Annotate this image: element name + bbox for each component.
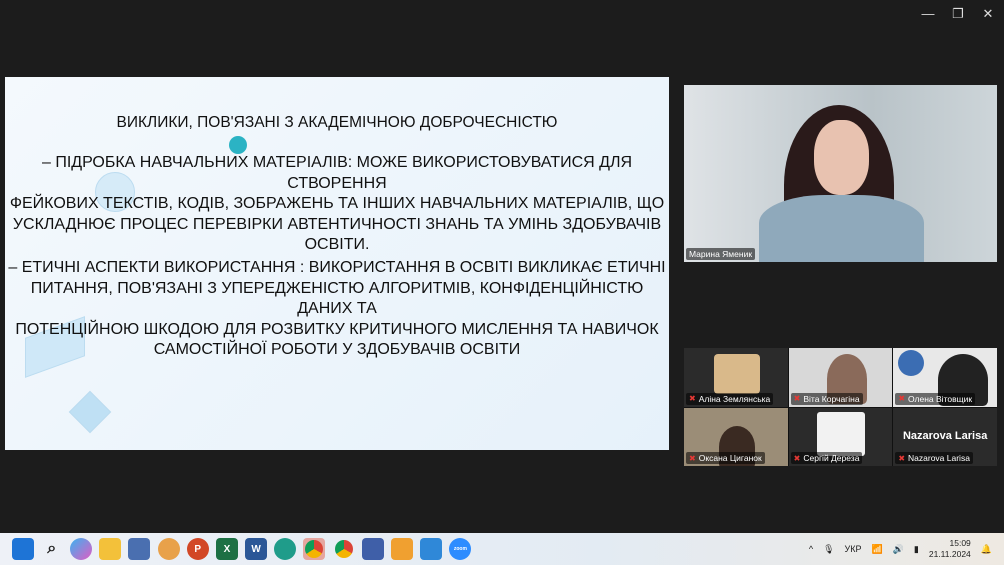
- decoration: [68, 390, 112, 434]
- slide-title: ВИКЛИКИ, ПОВ'ЯЗАНІ З АКАДЕМІЧНОЮ ДОБРОЧЕ…: [116, 114, 558, 131]
- line: ПОТЕНЦІЙНОЮ ШКОДОЮ ДЛЯ РОЗВИТКУ КРИТИЧНО…: [15, 320, 659, 338]
- participant-tile[interactable]: ✖ Оксана Циганок: [684, 407, 788, 466]
- participant-display-name: Nazarova Larisa: [902, 429, 988, 442]
- volume-icon[interactable]: 🔊: [893, 544, 904, 555]
- clock[interactable]: 15:09 21.11.2024: [929, 538, 971, 560]
- save-icon[interactable]: [361, 538, 384, 560]
- mic-muted-icon: ✖: [689, 394, 696, 403]
- participant-photo: [816, 411, 865, 456]
- line: – ЕТИЧНІ АСПЕКТИ ВИКОРИСТАННЯ : ВИКОРИСТ…: [8, 259, 666, 276]
- wifi-icon[interactable]: 📶: [871, 544, 882, 555]
- participant-name: ✖ Олена Вітовщик: [895, 392, 976, 405]
- show-hidden-icons-button[interactable]: ^: [809, 544, 813, 554]
- chrome-icon[interactable]: [333, 538, 355, 560]
- participant-tile[interactable]: ✖ Олена Вітовщик: [893, 348, 997, 407]
- notification-bell-icon[interactable]: 🔔: [981, 544, 992, 555]
- system-tray: ^ 🎙 УКР 📶 🔊 ▮ 15:09 21.11.2024 🔔: [809, 533, 992, 565]
- participant-tile[interactable]: ✖ Віта Корчагіна: [788, 348, 893, 407]
- microphone-icon[interactable]: 🎙: [823, 544, 834, 555]
- participant-name: ✖ Оксана Циганок: [686, 452, 765, 464]
- participant-tile[interactable]: ✖ Сергій Дереза: [788, 407, 893, 466]
- powerpoint-icon[interactable]: P: [186, 538, 209, 560]
- mic-muted-icon: ✖: [898, 394, 906, 403]
- participant-tile[interactable]: ✖ Аліна Землянська: [684, 348, 788, 407]
- app-icon[interactable]: [128, 538, 151, 560]
- file-explorer-icon[interactable]: [99, 538, 122, 560]
- participant-name: ✖ Віта Корчагіна: [790, 392, 863, 405]
- logo: [898, 350, 925, 376]
- mic-muted-icon: ✖: [793, 453, 801, 463]
- excel-icon[interactable]: X: [215, 538, 238, 560]
- speaker-video[interactable]: Марина Яменик: [684, 85, 997, 262]
- participant-tile[interactable]: Nazarova Larisa ✖ Nazarova Larisa: [893, 407, 997, 466]
- line: УСКЛАДНЮЄ ПРОЦЕС ПЕРЕВІРКИ АВТЕНТИЧНОСТІ…: [12, 215, 662, 254]
- participant-video: [714, 354, 760, 394]
- zoom-icon[interactable]: zoom: [449, 538, 472, 560]
- copilot-icon[interactable]: [69, 538, 92, 560]
- slide-paragraph-2: – ЕТИЧНІ АСПЕКТИ ВИКОРИСТАННЯ : ВИКОРИСТ…: [5, 258, 669, 361]
- line: ПИТАННЯ, ПОВ'ЯЗАНІ З УПЕРЕДЖЕНІСТЮ АЛГОР…: [30, 279, 644, 318]
- edge-icon[interactable]: [274, 538, 297, 560]
- windows-start-icon[interactable]: [11, 538, 34, 560]
- image-app-icon[interactable]: [420, 538, 443, 560]
- language-indicator[interactable]: УКР: [845, 544, 862, 554]
- chrome-icon[interactable]: [303, 538, 326, 560]
- slide-paragraph-1: – ПІДРОБКА НАВЧАЛЬНИХ МАТЕРІАЛІВ: МОЖЕ В…: [5, 153, 669, 256]
- line: САМОСТІЙНОЇ РОБОТИ У ЗДОБУВАЧІВ ОСВІТИ: [153, 341, 521, 358]
- speaker-face: [814, 120, 869, 195]
- shared-slide: ВИКЛИКИ, ПОВ'ЯЗАНІ З АКАДЕМІЧНОЮ ДОБРОЧЕ…: [5, 77, 669, 450]
- participant-name: ✖ Сергій Дереза: [790, 452, 863, 464]
- minimize-button[interactable]: —: [920, 6, 936, 22]
- participant-name: ✖ Аліна Землянська: [686, 392, 774, 405]
- app-icon[interactable]: [157, 538, 180, 560]
- taskbar: ⌕ P X W zoom ^ 🎙 УКР 📶 🔊 ▮ 15:09 21.11.20…: [0, 533, 1004, 565]
- participant-name: ✖ Nazarova Larisa: [895, 452, 973, 464]
- close-button[interactable]: ✕: [980, 6, 996, 22]
- pointer-icon: [229, 136, 247, 154]
- speaker-name: Марина Яменик: [686, 248, 756, 260]
- speaker-jacket: [759, 195, 924, 262]
- restore-button[interactable]: ❐: [950, 6, 966, 22]
- mic-muted-icon: ✖: [689, 453, 696, 463]
- mic-muted-icon: ✖: [793, 394, 801, 403]
- app-icon[interactable]: [391, 538, 414, 560]
- battery-icon[interactable]: ▮: [914, 544, 919, 555]
- participant-gallery: ✖ Аліна Землянська ✖ Віта Корчагіна ✖ Олена…: [684, 348, 997, 466]
- window-controls: — ❐ ✕: [920, 6, 996, 22]
- word-icon[interactable]: W: [245, 538, 268, 560]
- line: – ПІДРОБКА НАВЧАЛЬНИХ МАТЕРІАЛІВ: МОЖЕ В…: [41, 154, 633, 192]
- mic-muted-icon: ✖: [898, 453, 906, 463]
- line: ФЕЙКОВИХ ТЕКСТІВ, КОДІВ, ЗОБРАЖЕНЬ ТА ІН…: [9, 195, 665, 212]
- search-icon[interactable]: ⌕: [41, 538, 63, 560]
